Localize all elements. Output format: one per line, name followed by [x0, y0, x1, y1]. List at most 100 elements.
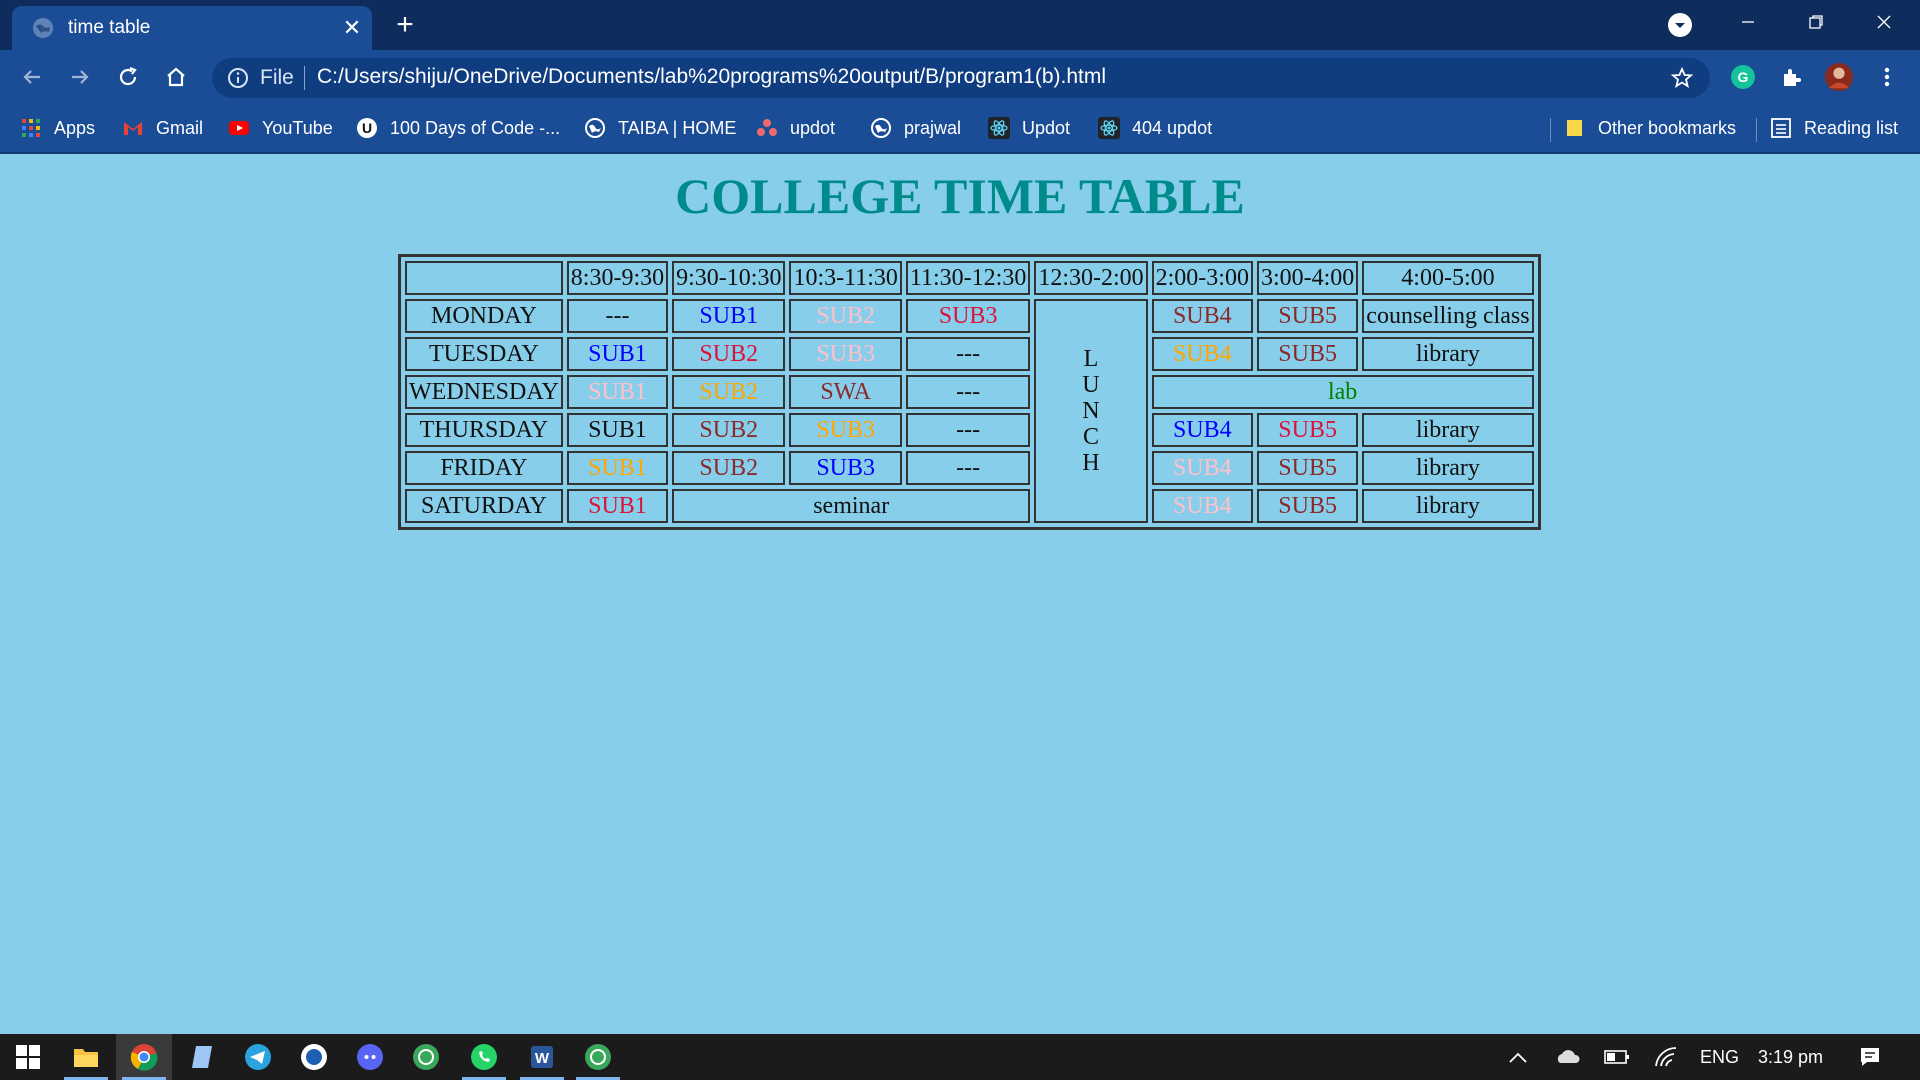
profile-avatar[interactable] — [1824, 62, 1854, 92]
minimize-icon[interactable] — [1714, 0, 1782, 44]
reload-icon[interactable] — [112, 61, 144, 93]
apps-grid-icon — [22, 119, 40, 137]
bookmark-404-updot[interactable]: 404 updot — [1098, 114, 1212, 142]
browser-tab[interactable]: time table ✕ — [12, 6, 372, 50]
home-icon[interactable] — [160, 61, 192, 93]
subject-cell: library — [1362, 337, 1534, 371]
react-icon — [1098, 117, 1120, 139]
subject-cell: SUB2 — [789, 299, 902, 333]
subject-cell: SUB1 — [672, 299, 786, 333]
subject-cell: SUB4 — [1151, 337, 1253, 371]
subject-cell: library — [1362, 489, 1534, 523]
subject-cell: SUB3 — [789, 451, 902, 485]
chrome-icon[interactable] — [116, 1034, 172, 1080]
discord-icon[interactable] — [342, 1034, 398, 1080]
show-hidden-icons[interactable] — [1508, 1034, 1528, 1080]
app-green-icon[interactable] — [398, 1034, 454, 1080]
subject-cell: SWA — [789, 375, 902, 409]
other-bookmarks-label: Other bookmarks — [1598, 117, 1737, 138]
lunch-letter: L — [1083, 346, 1099, 372]
windows-start-icon[interactable] — [0, 1034, 56, 1080]
bookmark-label: updot — [790, 117, 836, 138]
telegram-icon[interactable] — [230, 1034, 286, 1080]
bookmark-updot-react[interactable]: Updot — [988, 114, 1070, 142]
tab-strip: time table ✕ + — [0, 0, 1920, 50]
time-slot-header: 2:00-3:00 — [1151, 261, 1253, 295]
merged-cell: lab — [1151, 375, 1534, 409]
word-icon[interactable]: W — [514, 1034, 570, 1080]
time-slot-header: 12:30-2:00 — [1034, 261, 1148, 295]
notes-icon[interactable] — [174, 1034, 230, 1080]
globe-icon — [585, 118, 605, 138]
language-indicator[interactable]: ENG — [1700, 1034, 1739, 1080]
whatsapp-icon[interactable] — [456, 1034, 512, 1080]
page-content: COLLEGE TIME TABLE 8:30-9:30 9:30-10:30 10… — [0, 154, 1920, 1034]
folder-icon — [1567, 120, 1582, 136]
subject-cell: SUB1 — [566, 451, 669, 485]
new-tab-icon[interactable]: + — [388, 8, 422, 42]
subject-cell: SUB3 — [789, 337, 902, 371]
subject-cell: --- — [905, 337, 1031, 371]
bookmark-prajwal[interactable]: prajwal — [870, 114, 961, 142]
subject-cell: SUB4 — [1151, 413, 1253, 447]
wifi-icon[interactable] — [1654, 1034, 1680, 1080]
file-explorer-icon[interactable] — [58, 1034, 114, 1080]
bookmarks-bar: Apps Gmail YouTube U 100 Days of Code -.… — [0, 104, 1920, 154]
subject-cell: SUB4 — [1151, 489, 1253, 523]
corner-cell — [405, 261, 563, 295]
app-green-icon[interactable] — [570, 1034, 626, 1080]
bookmarks-divider — [1756, 118, 1757, 142]
timetable-row: TUESDAY SUB1 SUB2 SUB3 --- SUB4 SUB5 library — [405, 337, 1534, 371]
bookmark-taiba-home[interactable]: TAIBA | HOME — [584, 114, 736, 142]
subject-cell: SUB5 — [1256, 413, 1359, 447]
time-slot-header: 10:3-11:30 — [789, 261, 902, 295]
bookmark-star-icon[interactable] — [1670, 66, 1694, 90]
subject-cell: --- — [566, 299, 669, 333]
grammarly-icon[interactable]: G — [1728, 62, 1758, 92]
close-tab-icon[interactable]: ✕ — [332, 15, 372, 41]
whiteboard-icon[interactable] — [286, 1034, 342, 1080]
bookmark-gmail[interactable]: Gmail — [122, 114, 203, 142]
asana-icon — [757, 119, 777, 136]
timetable: 8:30-9:30 9:30-10:30 10:3-11:30 11:30-12:30… — [398, 254, 1541, 530]
svg-text:U: U — [362, 120, 372, 136]
subject-cell: library — [1362, 413, 1534, 447]
bookmark-apps[interactable]: Apps — [20, 114, 95, 142]
gmail-icon — [124, 122, 142, 135]
restore-icon[interactable] — [1782, 0, 1850, 44]
bookmark-updot[interactable]: updot — [756, 114, 835, 142]
lunch-cell: LUNCH — [1034, 299, 1148, 523]
tab-search-icon[interactable] — [1668, 13, 1692, 37]
timetable-row: MONDAY --- SUB1 SUB2 SUB3 L U N C H SUB4 SUB5 counse… — [405, 299, 1534, 523]
browser-toolbar: File C:/Users/shiju/OneDrive/Documents/l… — [0, 50, 1920, 104]
bookmark-100-days-of-code[interactable]: U 100 Days of Code -... — [356, 114, 560, 142]
day-cell: SATURDAY — [405, 489, 563, 523]
bookmark-youtube[interactable]: YouTube — [228, 114, 333, 142]
subject-cell: SUB3 — [905, 299, 1031, 333]
subject-cell: SUB5 — [1256, 451, 1359, 485]
reading-list[interactable]: Reading list — [1770, 114, 1898, 142]
bookmark-label: TAIBA | HOME — [618, 117, 737, 138]
notifications-icon[interactable] — [1858, 1034, 1882, 1080]
extensions-icon[interactable] — [1776, 62, 1806, 92]
subject-cell: SUB2 — [672, 337, 786, 371]
clock[interactable]: 3:19 pm — [1758, 1034, 1823, 1080]
timetable-row: FRIDAY SUB1 SUB2 SUB3 --- SUB4 SUB5 library — [405, 451, 1534, 485]
subject-cell: SUB1 — [566, 489, 669, 523]
forward-icon[interactable] — [64, 61, 96, 93]
address-bar[interactable]: File C:/Users/shiju/OneDrive/Documents/l… — [212, 58, 1710, 98]
day-cell: MONDAY — [405, 299, 563, 333]
info-icon[interactable] — [226, 66, 250, 90]
bookmarks-divider — [1550, 118, 1551, 142]
onedrive-icon[interactable] — [1554, 1034, 1582, 1080]
svg-text:G: G — [1738, 69, 1749, 85]
time-slot-header: 9:30-10:30 — [672, 261, 786, 295]
url-text[interactable]: C:/Users/shiju/OneDrive/Documents/lab%20… — [317, 65, 1106, 89]
day-cell: WEDNESDAY — [405, 375, 563, 409]
battery-icon[interactable] — [1604, 1034, 1630, 1080]
back-icon[interactable] — [16, 61, 48, 93]
bookmark-label: Apps — [54, 117, 96, 138]
close-window-icon[interactable] — [1850, 0, 1918, 44]
other-bookmarks[interactable]: Other bookmarks — [1564, 114, 1736, 142]
menu-kebab-icon[interactable] — [1872, 62, 1902, 92]
